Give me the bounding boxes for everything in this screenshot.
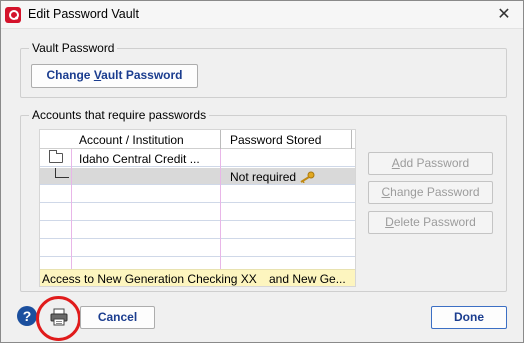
add-password-button[interactable]: Add Password [368, 152, 493, 175]
column-guide [71, 149, 72, 269]
close-button[interactable]: ✕ [493, 4, 515, 26]
table-row[interactable]: Idaho Central Credit ... [40, 150, 355, 167]
help-icon[interactable]: ? [17, 306, 37, 326]
folder-icon [49, 150, 63, 163]
tree-connector [55, 168, 69, 178]
column-divider [220, 130, 221, 149]
change-password-label: hange Password [390, 185, 480, 199]
done-button[interactable]: Done [431, 306, 507, 329]
column-divider [351, 130, 352, 149]
window-title: Edit Password Vault [28, 7, 139, 21]
delete-password-label: elete Password [393, 215, 476, 229]
accounts-grid: Account / Institution Password Stored Id… [39, 129, 356, 287]
add-password-label: dd Password [399, 156, 470, 170]
change-password-accel: C [381, 185, 391, 199]
account-cell: Idaho Central Credit ... [79, 152, 200, 166]
summary-left: Access to New Generation Checking XX [42, 272, 257, 286]
table-row[interactable]: Not required [40, 168, 355, 185]
grid-header: Account / Institution Password Stored [40, 130, 355, 149]
table-row [40, 240, 355, 257]
add-password-accel: A [391, 156, 400, 170]
delete-password-button[interactable]: Delete Password [368, 211, 493, 234]
title-bar: Edit Password Vault ✕ [1, 1, 523, 29]
table-row [40, 186, 355, 203]
column-header-password-stored[interactable]: Password Stored [230, 133, 321, 147]
change-vault-password-button[interactable]: Change Vault Password [31, 64, 198, 88]
accounts-legend: Accounts that require passwords [32, 108, 207, 122]
change-vault-label-post: ault Password [101, 68, 183, 82]
change-vault-label-pre: Change [46, 68, 94, 82]
quicken-app-icon [5, 7, 21, 23]
column-header-account[interactable]: Account / Institution [79, 133, 184, 147]
summary-right: and New Ge... [269, 272, 346, 286]
table-row [40, 204, 355, 221]
password-stored-cell: Not required [230, 170, 297, 184]
vault-password-legend: Vault Password [32, 41, 115, 55]
cancel-button[interactable]: Cancel [80, 306, 155, 329]
change-password-button[interactable]: Change Password [368, 181, 493, 204]
printer-icon[interactable] [49, 307, 69, 327]
edit-password-vault-dialog: Edit Password Vault ✕ Vault Password Cha… [0, 0, 524, 343]
column-guide [220, 149, 221, 269]
grid-summary-row: Access to New Generation Checking XX and… [40, 269, 355, 286]
delete-password-accel: D [385, 215, 394, 229]
table-row [40, 222, 355, 239]
key-icon [300, 171, 315, 183]
